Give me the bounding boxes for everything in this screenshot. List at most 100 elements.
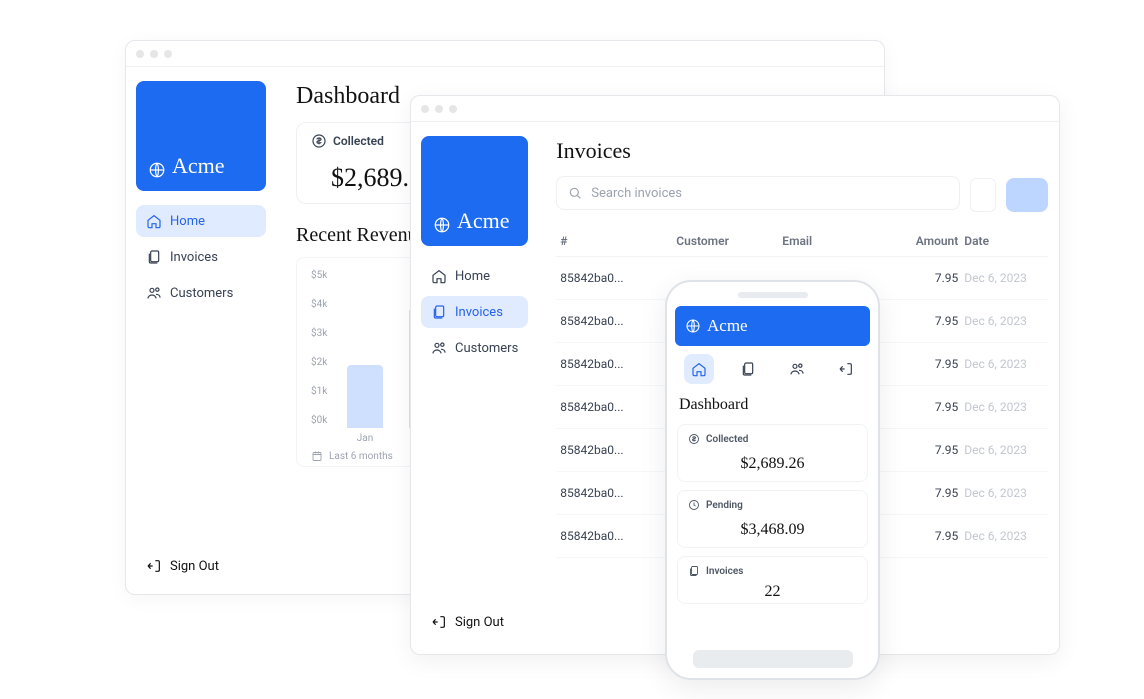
sidebar-item-invoices[interactable]: Invoices bbox=[136, 241, 266, 273]
y-tick: $3k bbox=[311, 328, 337, 339]
tab-home[interactable] bbox=[684, 354, 714, 384]
cell-id: 85842ba0... bbox=[560, 357, 670, 371]
sidebar-item-label: Invoices bbox=[455, 305, 503, 320]
x-tick: Jan bbox=[347, 433, 383, 444]
pending-card: Pending $3,468.09 bbox=[677, 490, 868, 548]
search-icon bbox=[567, 185, 583, 201]
tab-customers[interactable] bbox=[782, 354, 812, 384]
invoices-icon bbox=[740, 361, 756, 377]
home-icon bbox=[431, 268, 447, 284]
brand-text: Acme bbox=[707, 316, 748, 336]
y-tick: $1k bbox=[311, 386, 337, 397]
tab-invoices[interactable] bbox=[733, 354, 763, 384]
chart-bar bbox=[347, 365, 383, 428]
signout-label: Sign Out bbox=[170, 559, 219, 574]
cell-date: Dec 6, 2023 bbox=[964, 357, 1044, 371]
cell-date: Dec 6, 2023 bbox=[964, 486, 1044, 500]
create-invoice-button[interactable] bbox=[1006, 178, 1048, 212]
traffic-dot bbox=[136, 50, 144, 58]
signout-button[interactable]: Sign Out bbox=[421, 604, 528, 640]
signout-icon bbox=[431, 614, 447, 630]
y-tick: $5k bbox=[311, 270, 337, 281]
titlebar bbox=[411, 96, 1059, 122]
brand-logo: Acme bbox=[421, 136, 528, 246]
sidebar-item-invoices[interactable]: Invoices bbox=[421, 296, 528, 328]
mobile-tabbar bbox=[675, 346, 870, 392]
sidebar: Acme Home Invoices Customers Si bbox=[411, 122, 538, 654]
search-input[interactable]: Search invoices bbox=[556, 176, 960, 210]
brand-logo: Acme bbox=[675, 306, 870, 346]
traffic-dot bbox=[435, 105, 443, 113]
cell-amount: 7.95 bbox=[888, 443, 958, 457]
signout-button[interactable]: Sign Out bbox=[136, 548, 266, 584]
sidebar-item-label: Customers bbox=[455, 341, 518, 356]
sidebar-item-label: Home bbox=[170, 214, 205, 229]
sidebar-item-home[interactable]: Home bbox=[136, 205, 266, 237]
cell-id: 85842ba0... bbox=[560, 271, 670, 285]
y-tick: $2k bbox=[311, 357, 337, 368]
invoices-card: Invoices 22 bbox=[677, 556, 868, 604]
collected-card: Collected $2,689.26 bbox=[677, 424, 868, 482]
y-tick: $0k bbox=[311, 415, 337, 426]
customers-icon bbox=[789, 361, 805, 377]
cell-amount: 7.95 bbox=[888, 486, 958, 500]
cell-amount: 7.95 bbox=[888, 529, 958, 543]
sidebar-item-customers[interactable]: Customers bbox=[421, 332, 528, 364]
globe-icon bbox=[433, 216, 451, 234]
cell-amount: 7.95 bbox=[888, 400, 958, 414]
cell-id: 85842ba0... bbox=[560, 443, 670, 457]
calendar-icon bbox=[311, 450, 323, 462]
cell-id: 85842ba0... bbox=[560, 314, 670, 328]
brand-logo: Acme bbox=[136, 81, 266, 191]
pending-amount: $3,468.09 bbox=[688, 521, 857, 539]
traffic-dot bbox=[421, 105, 429, 113]
cell-date: Dec 6, 2023 bbox=[964, 529, 1044, 543]
mobile-device: Acme Dashboard Collected $2,689.26 Pendi… bbox=[665, 280, 880, 680]
home-icon bbox=[691, 361, 707, 377]
signout-icon bbox=[146, 558, 162, 574]
sidebar-item-customers[interactable]: Customers bbox=[136, 277, 266, 309]
cell-amount: 7.95 bbox=[888, 314, 958, 328]
phone-notch bbox=[738, 292, 808, 298]
globe-icon bbox=[148, 161, 166, 179]
titlebar bbox=[126, 41, 884, 67]
card-label: Pending bbox=[706, 500, 743, 511]
card-label: Collected bbox=[333, 134, 384, 148]
sidebar-item-label: Invoices bbox=[170, 250, 218, 265]
customers-icon bbox=[431, 340, 447, 356]
brand-text: Acme bbox=[172, 153, 225, 179]
cell-date: Dec 6, 2023 bbox=[964, 400, 1044, 414]
collected-amount: $2,689.26 bbox=[688, 455, 857, 473]
phone-homebar bbox=[693, 650, 853, 668]
cell-date: Dec 6, 2023 bbox=[964, 443, 1044, 457]
brand-text: Acme bbox=[457, 208, 510, 234]
pagination-prev-button[interactable] bbox=[970, 178, 996, 212]
tab-signout[interactable] bbox=[831, 354, 861, 384]
cell-id: 85842ba0... bbox=[560, 529, 670, 543]
card-label: Invoices bbox=[706, 566, 743, 577]
invoices-icon bbox=[146, 249, 162, 265]
globe-icon bbox=[685, 318, 701, 334]
customers-icon bbox=[146, 285, 162, 301]
sidebar: Acme Home Invoices Customers Si bbox=[126, 67, 276, 594]
money-icon bbox=[311, 133, 327, 149]
invoices-icon bbox=[431, 304, 447, 320]
traffic-dot bbox=[164, 50, 172, 58]
signout-icon bbox=[838, 361, 854, 377]
sidebar-item-home[interactable]: Home bbox=[421, 260, 528, 292]
money-icon bbox=[688, 433, 700, 445]
traffic-dot bbox=[449, 105, 457, 113]
chart-footer-text: Last 6 months bbox=[329, 451, 393, 462]
traffic-dot bbox=[150, 50, 158, 58]
card-label: Collected bbox=[706, 434, 748, 445]
chart-footer: Last 6 months bbox=[311, 450, 393, 462]
col-customer: Customer bbox=[676, 234, 776, 248]
table-header: # Customer Email Amount Date bbox=[556, 226, 1048, 257]
col-id: # bbox=[560, 234, 670, 248]
sidebar-item-label: Customers bbox=[170, 286, 233, 301]
page-title: Dashboard bbox=[675, 392, 870, 420]
signout-label: Sign Out bbox=[455, 615, 504, 630]
home-icon bbox=[146, 213, 162, 229]
col-email: Email bbox=[782, 234, 882, 248]
sidebar-item-label: Home bbox=[455, 269, 490, 284]
